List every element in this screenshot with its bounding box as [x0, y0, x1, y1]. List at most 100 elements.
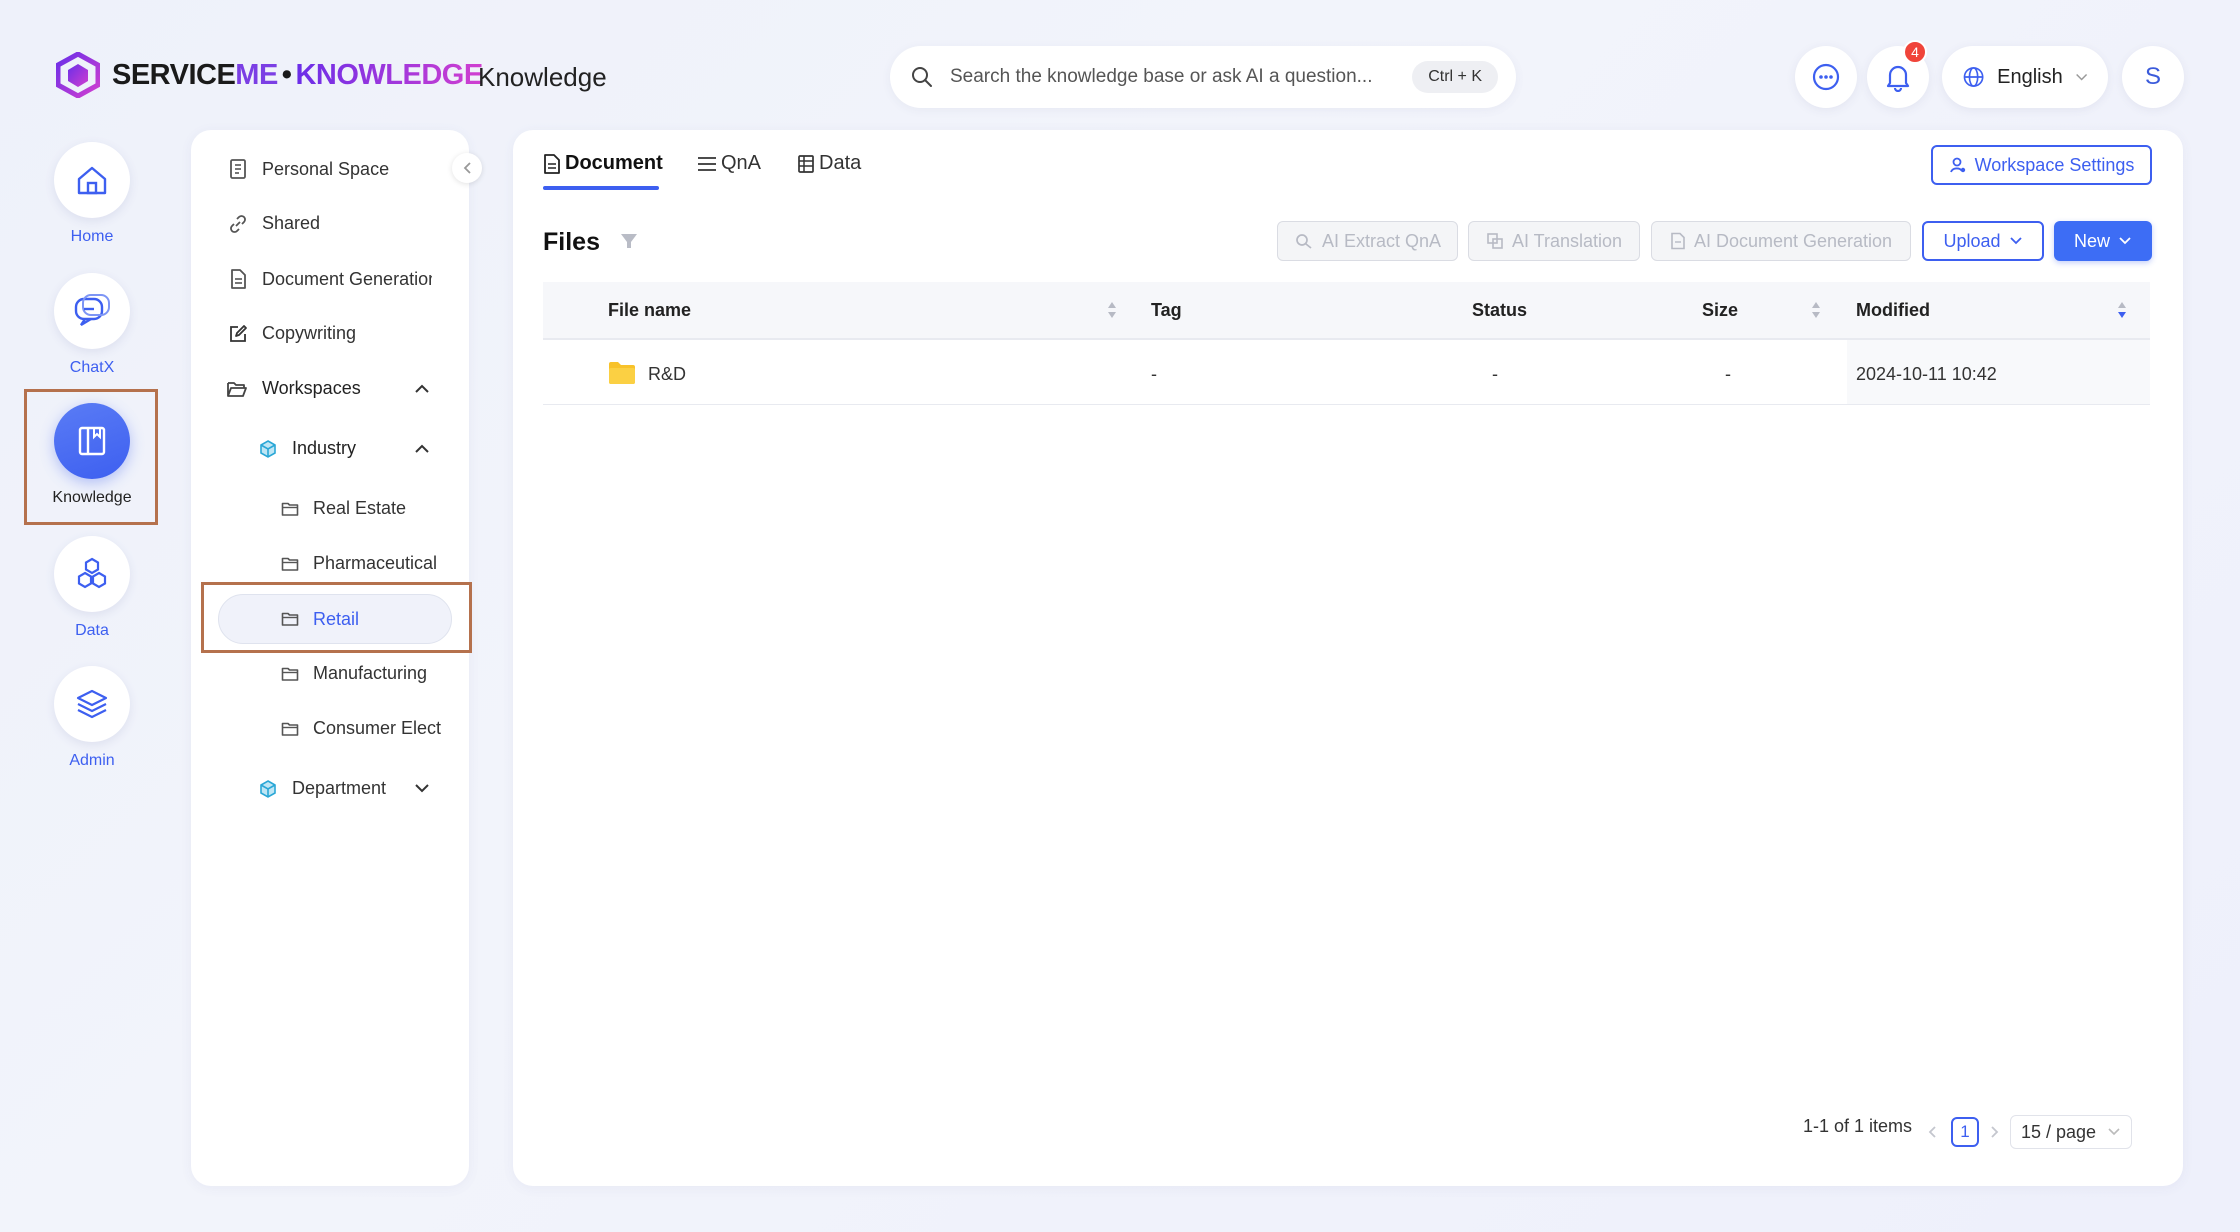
app-logo[interactable]: SERVICEME • KNOWLEDGE — [56, 52, 483, 98]
sidebar-item-document-generation[interactable]: Document Generation — [228, 268, 432, 290]
sort-icon[interactable] — [1810, 300, 1822, 320]
workspace-settings-label: Workspace Settings — [1974, 154, 2135, 175]
folder-icon — [281, 722, 299, 736]
upload-button[interactable]: Upload — [1922, 221, 2044, 261]
sort-icon[interactable] — [1106, 300, 1118, 320]
document-icon — [1671, 232, 1685, 250]
chevron-down-icon[interactable] — [414, 783, 430, 793]
rail-item-chatx[interactable]: ChatX — [54, 273, 130, 377]
chevron-up-icon[interactable] — [414, 444, 430, 454]
new-button[interactable]: New — [2054, 221, 2152, 261]
filter-icon[interactable] — [618, 230, 640, 252]
folder-icon — [281, 557, 299, 571]
sidebar-item-pharmaceutical[interactable]: Pharmaceutical — [281, 553, 437, 574]
ai-translation-button[interactable]: AI Translation — [1468, 221, 1640, 261]
sidebar-label-department: Department — [292, 778, 387, 798]
modified-cell: 2024-10-11 10:42 — [1856, 364, 1997, 384]
rail-data-button[interactable] — [54, 536, 130, 612]
page-size-label: 15 / page — [2021, 1121, 2097, 1142]
search-bar[interactable]: Search the knowledge base or ask AI a qu… — [890, 46, 1516, 108]
tab-document[interactable]: Document — [543, 152, 663, 175]
tab-qna[interactable]: QnA — [697, 152, 761, 175]
page-1-button[interactable]: 1 — [1951, 1117, 1979, 1147]
tab-data[interactable]: Data — [797, 152, 861, 175]
column-header-status: Status — [1472, 300, 1528, 320]
folder-icon — [281, 667, 299, 681]
search-shortcut: Ctrl + K — [1412, 61, 1498, 93]
pagination-summary: 1-1 of 1 items — [1803, 1116, 1913, 1136]
translate-icon — [1487, 233, 1503, 249]
file-name-cell[interactable]: R&D — [648, 364, 686, 385]
sidebar-item-consumer-elect[interactable]: Consumer Elect — [281, 718, 441, 739]
document-icon — [544, 153, 560, 174]
sort-desc-icon[interactable] — [2116, 300, 2128, 320]
page-title: Knowledge — [478, 62, 607, 92]
page-size-select[interactable]: 15 / page — [2010, 1115, 2132, 1149]
sidebar-label-industry: Industry — [292, 438, 357, 458]
sidebar-item-manufacturing[interactable]: Manufacturing — [281, 663, 427, 684]
sidebar-item-industry[interactable]: Industry — [258, 438, 356, 459]
chat-icon — [74, 294, 110, 327]
chat-button[interactable] — [1795, 46, 1857, 108]
edit-icon — [230, 324, 247, 342]
table-icon — [798, 154, 814, 173]
workspace-settings-button[interactable]: Workspace Settings — [1931, 145, 2152, 185]
chevron-down-icon — [2119, 237, 2131, 245]
notification-badge: 4 — [1903, 40, 1927, 64]
sidebar-label-real-estate: Real Estate — [313, 498, 407, 518]
sidebar-item-personal-space[interactable]: Personal Space — [228, 158, 389, 180]
column-header-modified[interactable]: Modified — [1856, 300, 1930, 321]
chevron-left-icon[interactable] — [1927, 1125, 1937, 1139]
rail-item-home[interactable]: Home — [54, 142, 130, 246]
column-header-file-name[interactable]: File name — [608, 300, 691, 321]
sidebar-label-manufacturing: Manufacturing — [313, 663, 428, 683]
list-icon — [698, 156, 716, 171]
book-icon — [78, 426, 106, 456]
sidebar-item-department[interactable]: Department — [258, 778, 386, 799]
link-icon — [230, 214, 246, 233]
sidebar-item-retail[interactable]: Retail — [218, 594, 452, 644]
status-cell: - — [1492, 364, 1498, 384]
language-selector[interactable]: English — [1942, 46, 2108, 108]
rail-label-home: Home — [70, 228, 114, 245]
sidebar-item-workspaces[interactable]: Workspaces — [226, 378, 361, 399]
user-avatar[interactable]: S — [2122, 46, 2184, 108]
ai-translation-label: AI Translation — [1511, 230, 1623, 251]
new-label: New — [2073, 230, 2110, 251]
ai-extract-qna-label: AI Extract QnA — [1321, 230, 1442, 251]
tab-qna-label: QnA — [721, 152, 762, 174]
ai-search-icon — [1296, 234, 1312, 249]
bell-icon — [1886, 65, 1910, 92]
column-header-size[interactable]: Size — [1702, 300, 1738, 321]
notifications-button[interactable]: 4 — [1867, 40, 1929, 108]
column-header-tag: Tag — [1151, 300, 1182, 320]
rail-home-button[interactable] — [54, 142, 130, 218]
sidebar-label-document-generation: Document Generation — [262, 268, 432, 289]
folder-icon — [281, 502, 299, 516]
globe-icon — [1963, 67, 1984, 87]
sidebar-item-copywriting[interactable]: Copywriting — [228, 323, 356, 344]
sidebar-item-real-estate[interactable]: Real Estate — [281, 498, 406, 519]
rail-item-admin[interactable]: Admin — [54, 666, 130, 770]
rail-admin-button[interactable] — [54, 666, 130, 742]
upload-label: Upload — [1943, 230, 2001, 251]
search-input[interactable]: Search the knowledge base or ask AI a qu… — [950, 66, 1412, 88]
logo-icon — [56, 52, 100, 98]
rail-chatx-button[interactable] — [54, 273, 130, 349]
sidebar-label-shared: Shared — [262, 213, 321, 233]
rail-knowledge-button[interactable] — [54, 403, 130, 479]
chevron-right-icon[interactable] — [1990, 1125, 2000, 1139]
folder-open-icon — [227, 381, 247, 397]
collapse-sidebar-button[interactable] — [452, 153, 482, 183]
document-icon — [231, 269, 246, 289]
sidebar-item-shared[interactable]: Shared — [228, 213, 320, 234]
chevron-up-icon[interactable] — [414, 384, 430, 394]
rail-item-data[interactable]: Data — [54, 536, 130, 640]
ai-extract-qna-button[interactable]: AI Extract QnA — [1277, 221, 1458, 261]
rail-item-knowledge[interactable]: Knowledge — [52, 403, 132, 507]
language-label: English — [1997, 65, 2063, 88]
chevron-left-icon — [463, 162, 471, 174]
hexagons-icon — [77, 557, 107, 589]
chevron-down-icon — [2009, 237, 2022, 245]
ai-document-generation-button[interactable]: AI Document Generation — [1651, 221, 1911, 261]
